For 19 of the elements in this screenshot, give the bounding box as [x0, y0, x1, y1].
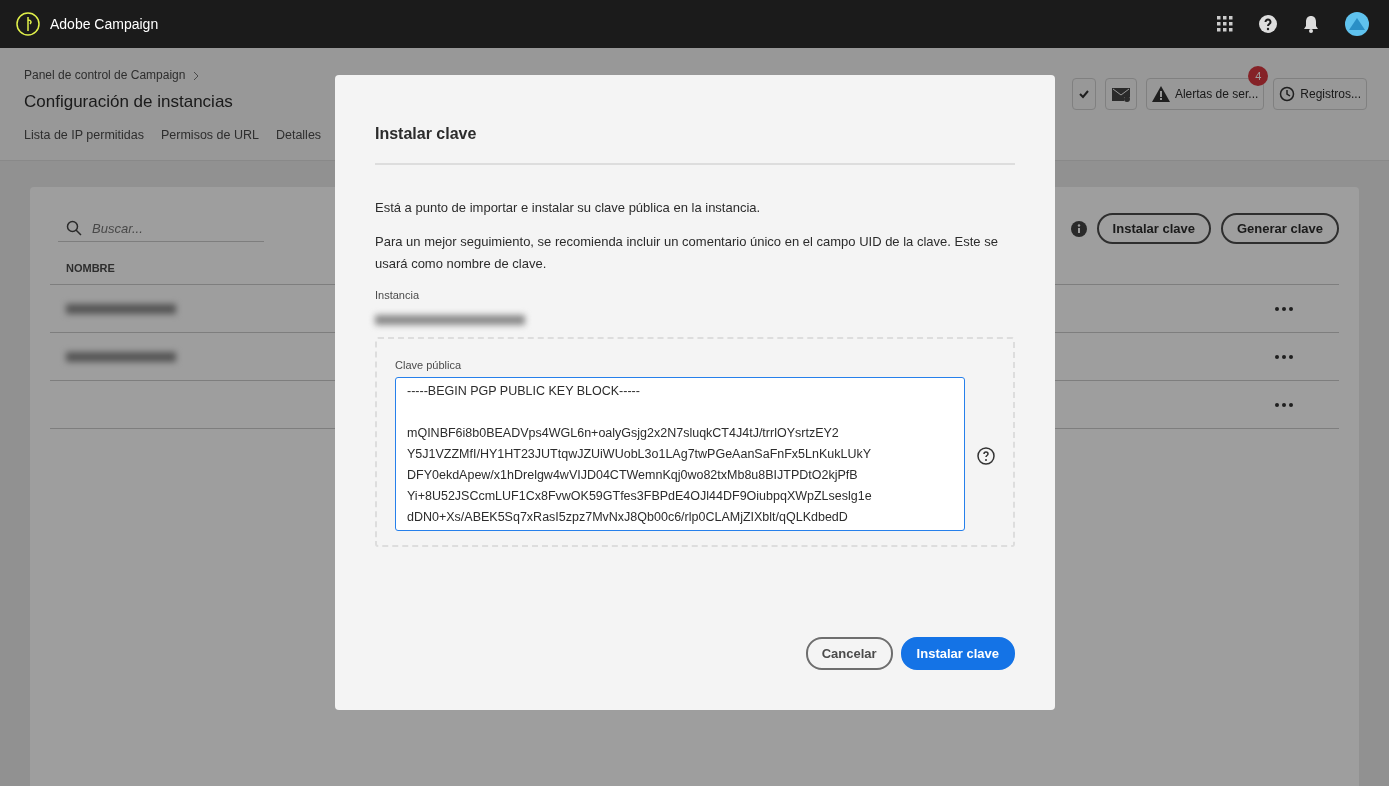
install-button[interactable]: Instalar clave — [900, 637, 1015, 670]
key-button[interactable]: Generar clave — [1221, 213, 1339, 244]
page-title: Configuración de instancias — [24, 92, 233, 112]
key-label: Clave pública — [395, 359, 463, 371]
instance-label: Instancia — [375, 289, 421, 301]
tab[interactable]: Permisos de URL — [159, 124, 261, 148]
public-key-field[interactable]: -----BEGIN PGP PUBLIC KEY BLOCK----- mQINBF6i8b0BEADVps4WGL6n+oalyGsjg2x2N7sluqkCT4J4tJ/trrlOYsrtzEY2 Y5J1VZZMfI/HY1HT23JUTtqwJZUiWUobL3o1LAg7twPGeAanSaFnFx5LnKukLUkY DFY0ekdApew/x1hDrelgw4wVIJD04CTWemnKqj0wo82txMb8u8BIJTPDtO2kjPfB Yi+8U52JSCcmLUF1Cx8FvwOK59GTfes3FBPdE4OJl44DF9OiubpqXWpZLseslg1e dDN0+Xs/ABEK5Sq7xRasI5zpz7MvNxJ8Qb00c6/rlp0CLAMjZIXblt/qQLKdbedD — [395, 377, 965, 531]
app-name: Adobe Campaign — [50, 16, 159, 32]
logs-button[interactable]: Registros... — [1273, 78, 1367, 110]
tab[interactable]: Lista de IP permitidas — [22, 124, 146, 148]
alerts-button[interactable]: Alertas de ser... — [1145, 78, 1265, 110]
dialog-title: Instalar clave — [375, 75, 1015, 165]
count-badge: 4 — [1248, 66, 1269, 86]
search-field[interactable]: Buscar... — [90, 219, 254, 237]
tab[interactable]: Detalles — [273, 124, 324, 148]
breadcrumb-link[interactable]: Panel de control de Campaign — [24, 68, 186, 82]
key-button[interactable]: Instalar clave — [1096, 213, 1211, 244]
cancel-button[interactable]: Cancelar — [805, 637, 893, 670]
intro-text: Está a punto de importar e instalar su clave pública en la instancia. — [375, 199, 762, 217]
